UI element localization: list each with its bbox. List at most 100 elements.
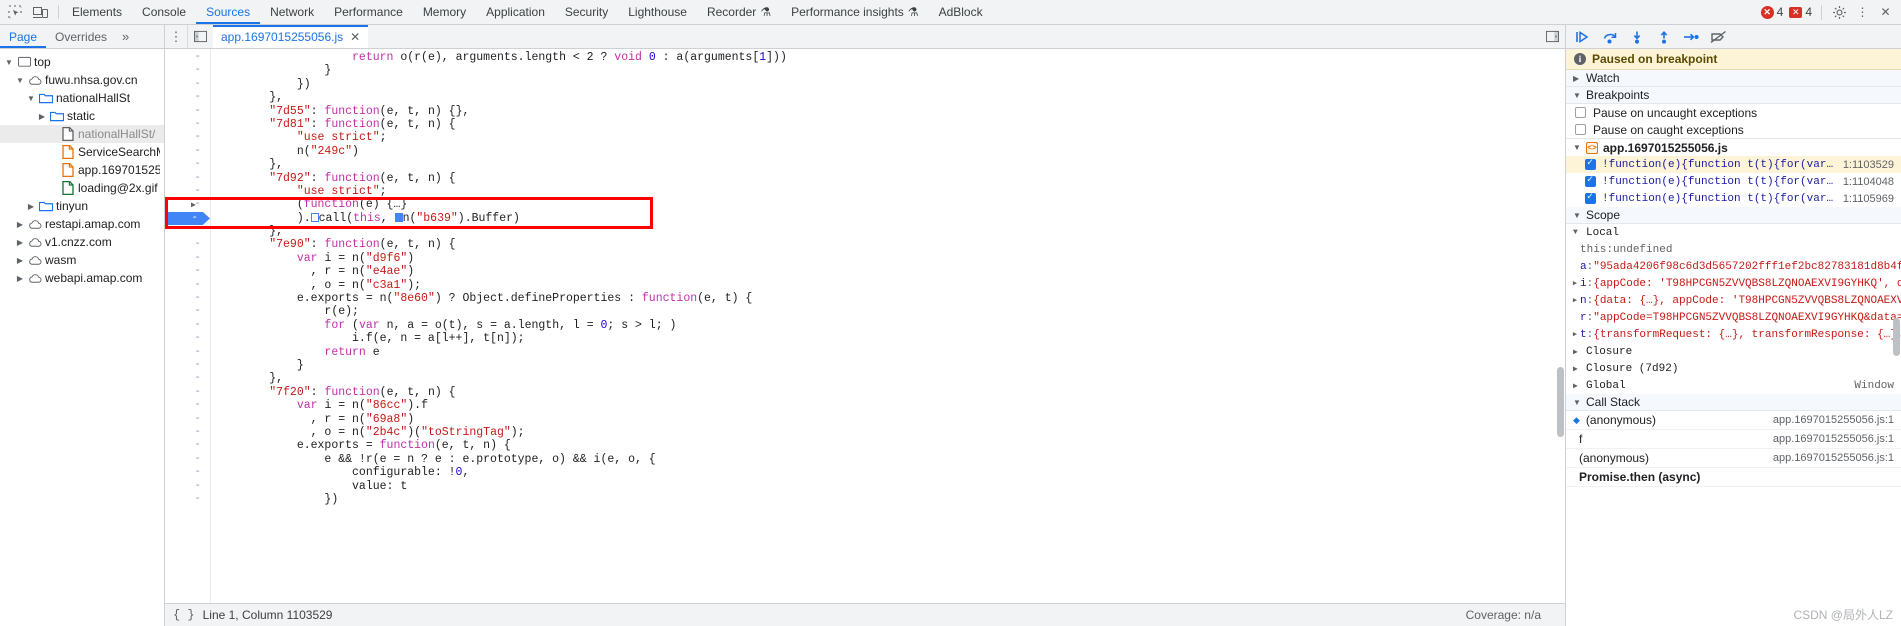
resume-script-button[interactable] (1571, 27, 1595, 47)
expand-arrow-icon[interactable]: ▶ (1570, 279, 1580, 288)
inspect-element-icon[interactable] (6, 4, 23, 21)
gutter-line[interactable]: - (165, 64, 210, 77)
expand-arrow-icon[interactable]: ▶ (1570, 296, 1580, 305)
file-tree-item-loading-2x-gif[interactable]: loading@2x.gif (0, 179, 164, 197)
file-tree-item-v1-cnzz-com[interactable]: ▶ v1.cnzz.com (0, 233, 164, 251)
gutter-line[interactable]: - (165, 292, 210, 305)
code-line[interactable]: , o = n("c3a1"); (211, 279, 1565, 292)
error-count-badge[interactable]: ✕ 4 (1760, 5, 1783, 19)
tree-twisty-icon[interactable]: ▶ (15, 256, 25, 265)
scope-variable-r[interactable]: r: "appCode=T98HPCGN5ZVVQBS8LZQNOAEXVI9G… (1566, 309, 1901, 326)
gutter-line[interactable]: - (165, 439, 210, 452)
gutter-line[interactable]: - (165, 332, 210, 345)
gutter-line[interactable]: - (165, 105, 210, 118)
file-tree-item-top[interactable]: ▼ top (0, 53, 164, 71)
code-line[interactable]: n("249c") (211, 145, 1565, 158)
call-stack-frame[interactable]: ◆ (anonymous) app.1697015255056.js:1 (1566, 411, 1901, 430)
step-button[interactable] (1679, 27, 1703, 47)
gutter-line[interactable]: - (165, 466, 210, 479)
code-line[interactable]: }, (211, 91, 1565, 104)
code-line[interactable]: "7d81": function(e, t, n) { (211, 118, 1565, 131)
navigator-tab-overrides[interactable]: Overrides (46, 25, 116, 48)
file-tree-item-wasm[interactable]: ▶ wasm (0, 251, 164, 269)
call-stack-frame[interactable]: Promise.then (async) (1566, 468, 1901, 487)
debugger-scrollbar[interactable] (1892, 70, 1901, 626)
pause-caught-exceptions-checkbox[interactable]: Pause on caught exceptions (1566, 121, 1901, 138)
tab-performance[interactable]: Performance (324, 0, 413, 24)
checkbox[interactable] (1575, 124, 1586, 135)
code-content[interactable]: return o(r(e), arguments.length < 2 ? vo… (211, 49, 1565, 603)
breakpoint-item[interactable]: !function(e){function t(t){for(var n,i,o… (1566, 173, 1901, 190)
deactivate-breakpoints-button[interactable] (1706, 27, 1730, 47)
gutter-line[interactable]: - (165, 480, 210, 493)
gutter-line[interactable]: - (165, 305, 210, 318)
gutter-line[interactable]: - (165, 453, 210, 466)
code-line[interactable]: e.exports = n("8e60") ? Object.definePro… (211, 292, 1565, 305)
tree-twisty-icon[interactable]: ▶ (26, 202, 36, 211)
tab-sources[interactable]: Sources (196, 0, 260, 24)
scope-variable-this[interactable]: this: undefined (1566, 241, 1901, 258)
gutter-line[interactable]: - (165, 185, 210, 198)
breakpoint-checkbox[interactable] (1585, 157, 1596, 170)
code-line[interactable]: (function(e) {…} (211, 198, 1565, 211)
code-line[interactable]: var i = n("d9f6") (211, 252, 1565, 265)
gutter-line[interactable]: - (165, 91, 210, 104)
show-navigator-icon[interactable] (187, 25, 213, 48)
expand-arrow-icon[interactable]: ▶ (1570, 330, 1580, 339)
watch-section-header[interactable]: ▶ Watch (1566, 70, 1901, 87)
file-tree-item-tinyun[interactable]: ▶ tinyun (0, 197, 164, 215)
tab-elements[interactable]: Elements (62, 0, 132, 24)
breakpoint-marker[interactable]: - (165, 211, 210, 226)
gutter-line[interactable]: - (165, 413, 210, 426)
code-line[interactable]: "7f20": function(e, t, n) { (211, 386, 1565, 399)
chevron-right-icon[interactable]: ▶ (1573, 364, 1581, 374)
gutter-line[interactable]: - (165, 118, 210, 131)
gutter-line[interactable]: - (165, 399, 210, 412)
gutter-line[interactable]: - (165, 319, 210, 332)
breakpoint-file-header[interactable]: ▼ <> app.1697015255056.js (1566, 138, 1901, 156)
step-out-button[interactable] (1652, 27, 1676, 47)
scope-variable-n[interactable]: ▶ n: {data: {…}, appCode: 'T98HPCGN5ZVVQB… (1566, 292, 1901, 309)
gear-icon[interactable] (1831, 4, 1848, 21)
chevron-right-icon[interactable]: ▶ (1573, 347, 1581, 357)
file-tree-item-app-16970152550[interactable]: app.16970152550 (0, 161, 164, 179)
chevron-down-icon[interactable]: ▼ (1573, 398, 1581, 407)
tab-application[interactable]: Application (476, 0, 555, 24)
call-stack-frame[interactable]: (anonymous) app.1697015255056.js:1 (1566, 449, 1901, 468)
gutter-line[interactable]: - (165, 158, 210, 171)
chevron-right-icon[interactable]: ▶ (1573, 381, 1581, 391)
gutter-line[interactable]: ▶ - (165, 198, 210, 211)
tab-console[interactable]: Console (132, 0, 196, 24)
breakpoint-item[interactable]: !function(e){function t(t){for(var n,i,o… (1566, 156, 1901, 173)
tree-twisty-icon[interactable]: ▶ (15, 274, 25, 283)
scope-section-header[interactable]: ▼ Scope (1566, 207, 1901, 224)
tab-network[interactable]: Network (260, 0, 324, 24)
fold-arrow-icon[interactable]: ▶ (191, 199, 196, 212)
gutter-line[interactable]: - (165, 145, 210, 158)
code-editor[interactable]: - - - - - - - - - - - ▶ - - - - - - - - - - - - - - - - - - - - - - retur… (165, 49, 1565, 603)
code-line[interactable]: }, (211, 158, 1565, 171)
tree-twisty-icon[interactable]: ▼ (15, 76, 25, 85)
chevron-right-icon[interactable]: ▶ (1573, 74, 1581, 83)
more-options-icon[interactable]: ⋮ (1854, 4, 1871, 21)
call-stack-frame[interactable]: f app.1697015255056.js:1 (1566, 430, 1901, 449)
breakpoint-gutter-marker[interactable]: - (165, 211, 210, 226)
scope-variable-i[interactable]: ▶ i: {appCode: 'T98HPCGN5ZVVQBS8LZQNOAEXV… (1566, 275, 1901, 292)
code-line[interactable]: }, (211, 225, 1565, 238)
code-line[interactable]: return o(r(e), arguments.length < 2 ? vo… (211, 51, 1565, 64)
pretty-print-icon[interactable]: { } (173, 608, 195, 622)
code-line[interactable]: }, (211, 372, 1565, 385)
checkbox[interactable] (1575, 107, 1586, 118)
gutter-line[interactable]: - (165, 359, 210, 372)
code-line[interactable]: } (211, 359, 1565, 372)
gutter-line[interactable]: - (165, 265, 210, 278)
file-tree-item-nationalhallst[interactable]: ▼ nationalHallSt (0, 89, 164, 107)
code-line[interactable]: "7e90": function(e, t, n) { (211, 238, 1565, 251)
gutter-line[interactable]: - (165, 238, 210, 251)
code-line[interactable]: e && !r(e = n ? e : e.prototype, o) && i… (211, 453, 1565, 466)
tree-twisty-icon[interactable]: ▶ (37, 112, 47, 121)
tree-twisty-icon[interactable]: ▼ (4, 58, 14, 67)
scope-group-global[interactable]: ▶ Global Window (1566, 377, 1901, 394)
code-line[interactable]: e.exports = function(e, t, n) { (211, 439, 1565, 452)
tab-lighthouse[interactable]: Lighthouse (618, 0, 697, 24)
